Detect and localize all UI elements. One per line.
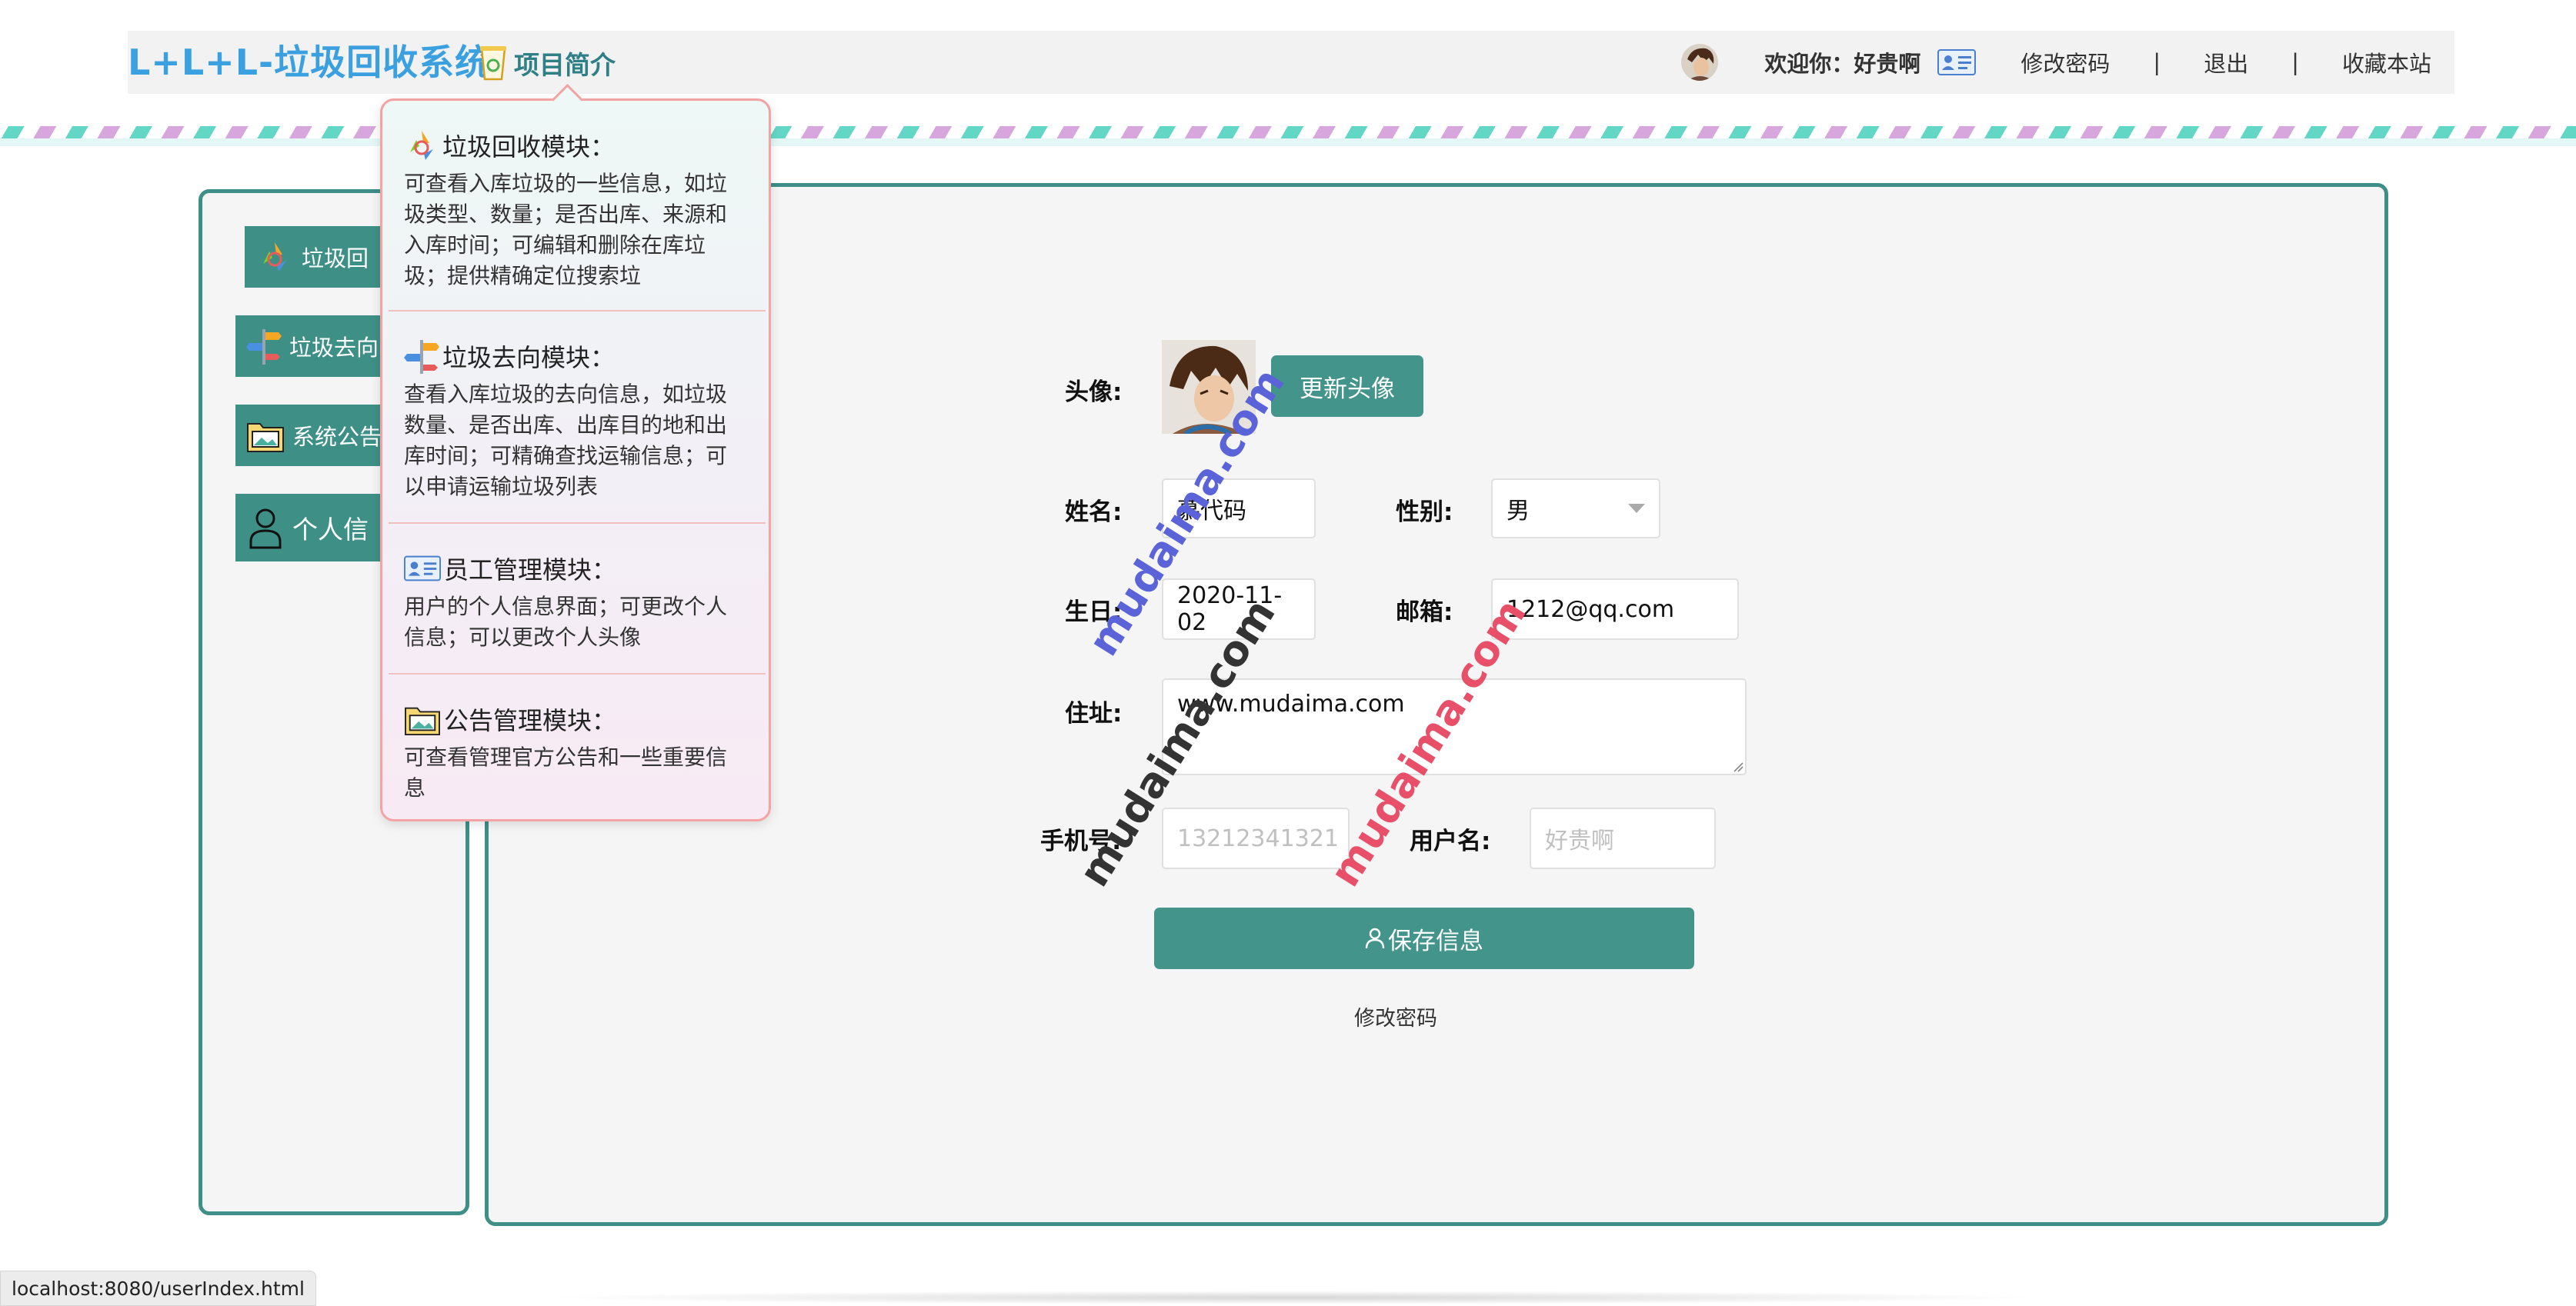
chevron-down-icon (1628, 504, 1645, 513)
user-icon (1365, 928, 1385, 949)
welcome-text: 欢迎你：好贵啊 (1764, 51, 1921, 77)
status-bar-url: localhost:8080/userIndex.html (0, 1271, 316, 1306)
resize-handle-icon[interactable] (1733, 761, 1743, 772)
divider (389, 673, 766, 675)
avatar[interactable] (1681, 44, 1719, 81)
avatar-label: 头像: (1065, 378, 1123, 406)
logout-link[interactable]: 退出 (2204, 46, 2248, 78)
name-label: 姓名: (1065, 498, 1123, 526)
module-title: 公告管理模块： (444, 706, 617, 735)
nav-separator: | (2291, 49, 2299, 75)
module-description: 可查看入库垃圾的一些信息，如垃圾类型、数量；是否出库、来源和入库时间；可编辑和删… (404, 171, 728, 288)
signpost-icon (246, 329, 282, 365)
gender-value: 男 (1507, 498, 1530, 525)
page-shadow (539, 1291, 2047, 1304)
sidebar-item-label: 系统公告 (292, 424, 382, 450)
project-intro-link[interactable]: 项目简介 (477, 42, 616, 85)
email-label: 邮箱: (1396, 598, 1453, 626)
app-logo[interactable]: L+L+L-垃圾回收系统 (128, 38, 491, 86)
divider (389, 522, 766, 524)
project-intro-label: 项目简介 (514, 50, 616, 80)
module-title: 员工管理模块： (444, 555, 617, 585)
user-avatar-icon (1681, 44, 1719, 81)
email-input[interactable]: 1212@qq.com (1491, 578, 1739, 640)
username-label: 用户名: (1410, 828, 1491, 855)
address-label: 住址: (1065, 700, 1123, 728)
id-card-icon[interactable] (1937, 49, 1977, 75)
module-title: 垃圾回收模块： (442, 132, 616, 162)
id-card-icon (404, 555, 441, 581)
gender-label: 性别: (1396, 498, 1453, 526)
sidebar-item-label: 垃圾去向 (289, 335, 379, 361)
signpost-icon (404, 340, 439, 374)
project-intro-popup: 垃圾回收模块： 可查看入库垃圾的一些信息，如垃圾类型、数量；是否出库、来源和入库… (380, 98, 771, 821)
top-nav: 欢迎你：好贵啊 修改密码 | 退出 | 收藏本站 (1681, 31, 2431, 94)
top-header: L+L+L-垃圾回收系统 项目简介 欢迎你：好贵啊 修改密码 | 退出 | 收藏… (128, 31, 2454, 94)
sidebar-item-label: 个人信 (292, 515, 369, 545)
module-description: 用户的个人信息界面；可更改个人信息；可以更改个人头像 (404, 594, 728, 650)
phone-input[interactable]: 13212341321 (1162, 808, 1350, 869)
module-title: 垃圾去向模块： (442, 343, 616, 372)
recycle-cup-icon (480, 46, 506, 81)
recycle-icon (263, 242, 286, 272)
save-button[interactable]: 保存信息 (1154, 908, 1694, 969)
save-button-label: 保存信息 (1388, 927, 1483, 955)
folder-image-icon (405, 707, 440, 736)
change-password-link[interactable]: 修改密码 (1354, 1001, 1437, 1031)
folder-image-icon (247, 423, 284, 452)
update-avatar-button[interactable]: 更新头像 (1271, 355, 1423, 417)
change-password-link[interactable]: 修改密码 (2020, 46, 2110, 78)
popup-module-destination: 垃圾去向模块： 查看入库垃圾的去向信息，如垃圾数量、是否出库、出库目的地和出库时… (382, 338, 769, 502)
popup-module-announcement: 公告管理模块： 可查看管理官方公告和一些重要信息 (382, 701, 769, 804)
divider (389, 310, 766, 312)
popup-module-staff: 员工管理模块： 用户的个人信息界面；可更改个人信息；可以更改个人头像 (382, 550, 769, 653)
bookmark-link[interactable]: 收藏本站 (2342, 46, 2431, 78)
username-input[interactable]: 好贵啊 (1530, 808, 1716, 869)
recycle-icon (410, 131, 433, 160)
sidebar-item-label: 垃圾回 (302, 245, 369, 272)
user-icon (249, 508, 282, 549)
nav-separator: | (2153, 49, 2161, 75)
module-description: 可查看管理官方公告和一些重要信息 (404, 745, 728, 801)
gender-select[interactable]: 男 (1491, 478, 1660, 538)
module-description: 查看入库垃圾的去向信息，如垃圾数量、是否出库、出库目的地和出库时间；可精确查找运… (404, 381, 728, 499)
popup-module-recycle: 垃圾回收模块： 可查看入库垃圾的一些信息，如垃圾类型、数量；是否出库、来源和入库… (382, 127, 769, 292)
